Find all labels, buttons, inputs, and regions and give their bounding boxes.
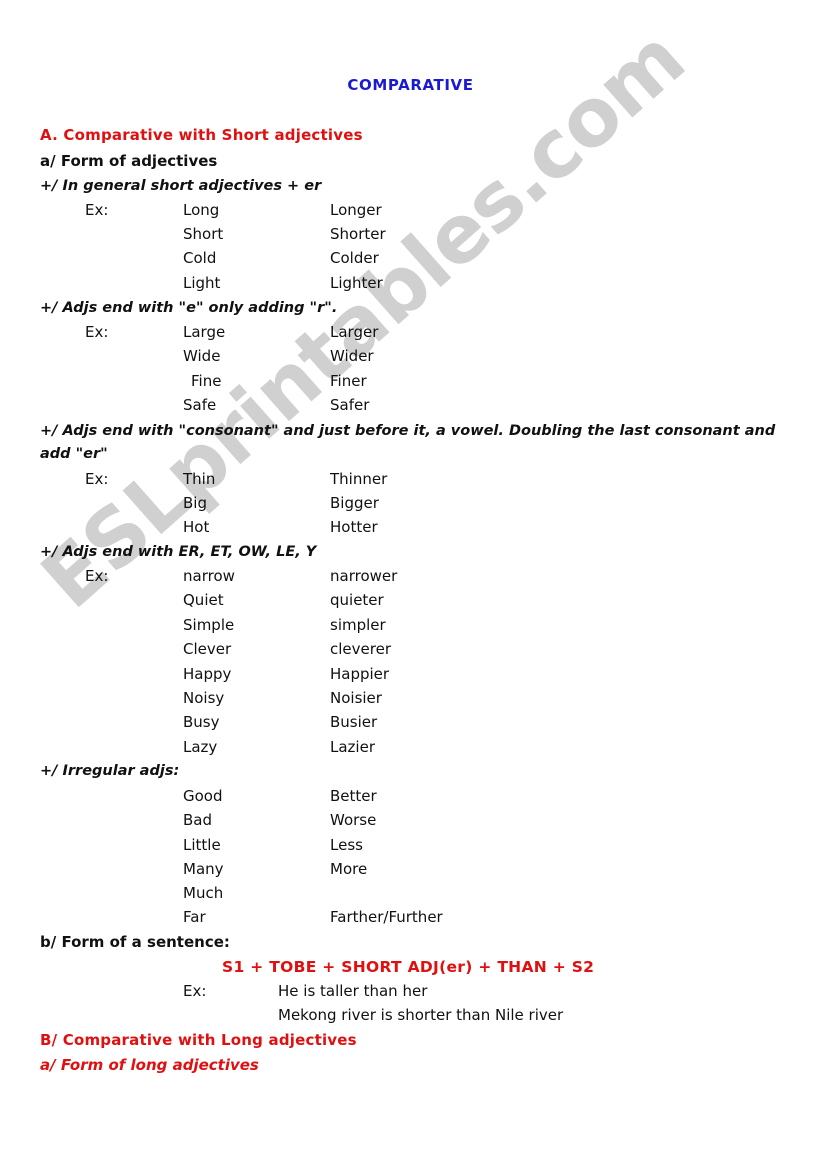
adjective-comparative: Thinner bbox=[330, 470, 388, 488]
adjective-comparative: Busier bbox=[330, 713, 378, 731]
adjective-comparative: Lighter bbox=[330, 274, 383, 292]
page-title: COMPARATIVE bbox=[347, 76, 474, 94]
section-a-sub-b: b/ Form of a sentence: bbox=[40, 933, 230, 951]
adjective-base: Bad bbox=[183, 811, 213, 829]
adjective-base: Cold bbox=[183, 249, 217, 267]
adjective-base: Long bbox=[183, 201, 220, 219]
adjective-comparative: Less bbox=[330, 836, 363, 854]
ex-label: Ex: bbox=[85, 567, 109, 585]
rule-consonant-doubling: +/ Adjs end with "consonant" and just be… bbox=[40, 423, 776, 462]
example-sentence: Mekong river is shorter than Nile river bbox=[278, 1006, 564, 1024]
adjective-comparative: cleverer bbox=[330, 640, 391, 658]
adjective-base: Light bbox=[183, 274, 221, 292]
adjective-base: Large bbox=[183, 323, 226, 341]
adjective-comparative: Longer bbox=[330, 201, 382, 219]
section-a-sub-a: a/ Form of adjectives bbox=[40, 152, 218, 170]
adjective-comparative: Finer bbox=[330, 372, 367, 390]
adjective-comparative: Better bbox=[330, 787, 377, 805]
adjective-base: Quiet bbox=[183, 591, 224, 609]
section-a-heading: A. Comparative with Short adjectives bbox=[40, 126, 363, 144]
ex-label: Ex: bbox=[183, 982, 207, 1000]
adjective-base: Short bbox=[183, 225, 224, 243]
ex-label: Ex: bbox=[85, 201, 109, 219]
rule-ends-e: +/ Adjs end with "e" only adding "r". bbox=[40, 300, 338, 316]
adjective-comparative: Worse bbox=[330, 811, 377, 829]
adjective-comparative: Happier bbox=[330, 665, 390, 683]
adjective-base: Lazy bbox=[183, 738, 218, 756]
adjective-base: Wide bbox=[183, 347, 221, 365]
adjective-comparative: narrower bbox=[330, 567, 398, 585]
ex-label: Ex: bbox=[85, 470, 109, 488]
section-b-sub-a: a/ Form of long adjectives bbox=[40, 1056, 259, 1074]
sentence-formula: S1 + TOBE + SHORT ADJ(er) + THAN + S2 bbox=[222, 958, 595, 976]
adjective-base: Fine bbox=[191, 372, 222, 390]
adjective-comparative: Safer bbox=[330, 396, 370, 414]
section-b-heading: B/ Comparative with Long adjectives bbox=[40, 1031, 357, 1049]
rule-irregular: +/ Irregular adjs: bbox=[40, 763, 180, 779]
adjective-base: Noisy bbox=[183, 689, 225, 707]
adjective-comparative: Wider bbox=[330, 347, 374, 365]
adjective-comparative: quieter bbox=[330, 591, 384, 609]
adjective-base: Happy bbox=[183, 665, 232, 683]
ex-label: Ex: bbox=[85, 323, 109, 341]
adjective-comparative: Farther/Further bbox=[330, 908, 443, 926]
adjective-base: Big bbox=[183, 494, 207, 512]
adjective-base: Simple bbox=[183, 616, 235, 634]
adjective-base: Hot bbox=[183, 518, 210, 536]
example-sentence: He is taller than her bbox=[278, 982, 428, 1000]
adjective-comparative: Larger bbox=[330, 323, 379, 341]
adjective-comparative: Noisier bbox=[330, 689, 382, 707]
rule-suffixes: +/ Adjs end with ER, ET, OW, LE, Y bbox=[40, 544, 317, 560]
adjective-base: Busy bbox=[183, 713, 220, 731]
adjective-base: Safe bbox=[183, 396, 217, 414]
adjective-comparative: More bbox=[330, 860, 368, 878]
adjective-base: Thin bbox=[183, 470, 216, 488]
adjective-comparative: Shorter bbox=[330, 225, 386, 243]
adjective-base: Many bbox=[183, 860, 224, 878]
adjective-base: Clever bbox=[183, 640, 232, 658]
adjective-comparative: Hotter bbox=[330, 518, 378, 536]
adjective-base: Good bbox=[183, 787, 223, 805]
adjective-comparative: Colder bbox=[330, 249, 379, 267]
worksheet-page: ESLprintables.com COMPARATIVE A. Compara… bbox=[0, 0, 821, 1169]
adjective-base: Far bbox=[183, 908, 206, 926]
adjective-comparative: Lazier bbox=[330, 738, 375, 756]
rule-general: +/ In general short adjectives + er bbox=[40, 178, 322, 194]
adjective-comparative: simpler bbox=[330, 616, 386, 634]
adjective-base: Little bbox=[183, 836, 221, 854]
adjective-comparative: Bigger bbox=[330, 494, 379, 512]
adjective-base: narrow bbox=[183, 567, 235, 585]
adjective-base: Much bbox=[183, 884, 224, 902]
